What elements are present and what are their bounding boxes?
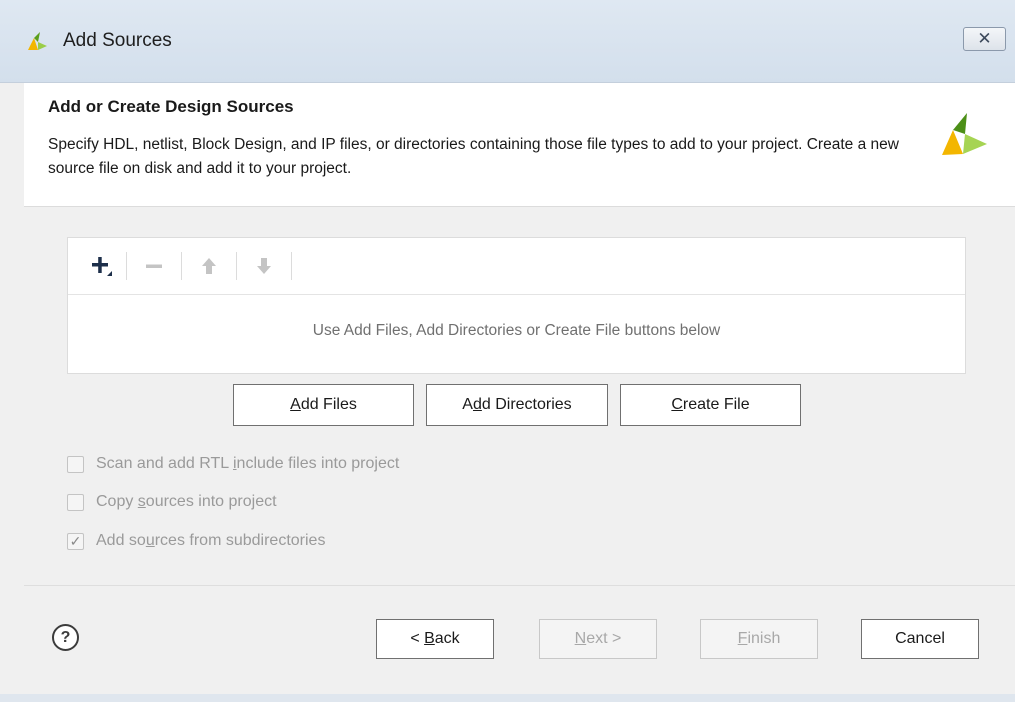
- header-panel: Add or Create Design Sources Specify HDL…: [24, 83, 1015, 206]
- window-title: Add Sources: [63, 30, 172, 51]
- add-button[interactable]: [84, 251, 120, 281]
- toolbar-separator: [291, 252, 292, 280]
- back-button[interactable]: < Back: [376, 619, 494, 659]
- add-from-subdirectories-checkbox[interactable]: ✓ Add sources from subdirectories: [67, 530, 325, 552]
- copy-sources-checkbox[interactable]: Copy sources into project: [67, 491, 277, 513]
- close-button[interactable]: ✕: [963, 27, 1006, 51]
- checkbox[interactable]: [67, 493, 84, 511]
- checkbox-label: Scan and add RTL include files into proj…: [96, 455, 400, 472]
- checkbox[interactable]: [67, 455, 84, 473]
- footer-divider: [24, 585, 1015, 586]
- vivado-logo-icon: [28, 32, 47, 50]
- help-button[interactable]: ?: [52, 624, 79, 651]
- move-up-button[interactable]: [191, 251, 227, 281]
- help-icon: ?: [60, 628, 71, 646]
- header-divider: [24, 206, 1015, 207]
- remove-icon: [146, 264, 162, 268]
- page-description: Specify HDL, netlist, Block Design, and …: [48, 136, 899, 177]
- finish-button[interactable]: Finish: [700, 619, 818, 659]
- next-button[interactable]: Next >: [539, 619, 657, 659]
- window-bottom-border: [0, 694, 1015, 702]
- cancel-button[interactable]: Cancel: [861, 619, 979, 659]
- title-bar: Add Sources ✕: [0, 0, 1015, 83]
- source-file-list[interactable]: Use Add Files, Add Directories or Create…: [67, 237, 966, 374]
- arrow-down-icon: [257, 258, 271, 274]
- checkbox[interactable]: ✓: [67, 532, 84, 550]
- checkbox-label: Copy sources into project: [96, 493, 277, 510]
- checkbox-label: Add sources from subdirectories: [96, 532, 326, 549]
- toolbar-separator: [181, 252, 182, 280]
- file-list-toolbar: [68, 238, 965, 295]
- add-files-button[interactable]: Add Files: [233, 384, 414, 426]
- empty-list-message: Use Add Files, Add Directories or Create…: [312, 322, 721, 339]
- add-directories-button[interactable]: Add Directories: [426, 384, 608, 426]
- left-edge: [0, 83, 24, 694]
- checkmark-icon: ✓: [69, 532, 82, 549]
- move-down-button[interactable]: [246, 251, 282, 281]
- add-icon: [92, 257, 112, 276]
- scan-rtl-include-checkbox[interactable]: Scan and add RTL include files into proj…: [67, 453, 399, 475]
- arrow-up-icon: [202, 258, 216, 274]
- toolbar-separator: [126, 252, 127, 280]
- toolbar-separator: [236, 252, 237, 280]
- page-title: Add or Create Design Sources: [48, 97, 294, 116]
- close-icon: ✕: [977, 29, 992, 48]
- create-file-button[interactable]: Create File: [620, 384, 801, 426]
- add-sources-dialog: Add Sources ✕ Add or Create Design Sourc…: [0, 0, 1015, 702]
- remove-button[interactable]: [136, 251, 172, 281]
- vivado-logo-icon: [942, 113, 987, 155]
